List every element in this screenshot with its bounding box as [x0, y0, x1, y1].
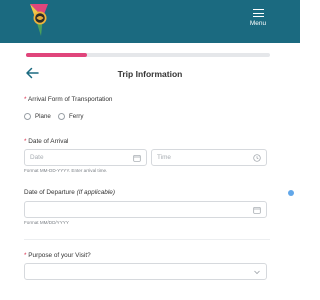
- required-mark: *: [24, 252, 27, 259]
- date-of-arrival-label: * Date of Arrival: [24, 138, 68, 145]
- divider: [24, 239, 270, 240]
- page-title: Trip Information: [117, 69, 183, 79]
- purpose-label: * Purpose of your Visit?: [24, 252, 91, 259]
- departure-hint: Format MM/DD/YYYY: [24, 220, 69, 225]
- arrival-time-input[interactable]: Time: [151, 149, 267, 166]
- arrival-hint: Format MM-DD-YYYY. Enter arrival time.: [24, 168, 108, 173]
- progress-fill: [26, 53, 87, 57]
- date-of-departure-note: (If applicable): [76, 189, 115, 196]
- radio-circle-icon: [24, 113, 31, 120]
- arrival-form-label: * Arrival Form of Transportation: [24, 96, 112, 103]
- chevron-down-icon: [254, 270, 260, 275]
- radio-ferry[interactable]: Ferry: [58, 112, 83, 121]
- radio-circle-icon: [58, 113, 65, 120]
- required-mark: *: [24, 96, 27, 103]
- arrival-date-placeholder: Date: [30, 154, 44, 161]
- radio-ferry-label: Ferry: [69, 113, 84, 120]
- arrival-time-placeholder: Time: [157, 154, 171, 161]
- calendar-icon[interactable]: [253, 206, 261, 214]
- hamburger-icon: [252, 9, 264, 18]
- date-of-departure-label: Date of Departure (If applicable): [24, 189, 115, 196]
- menu-button[interactable]: Menu: [246, 9, 270, 33]
- purpose-label-text: Purpose of your Visit?: [28, 252, 91, 259]
- radio-plane-label: Plane: [35, 113, 51, 120]
- departure-date-input[interactable]: [24, 201, 267, 218]
- arrival-form-label-text: Arrival Form of Transportation: [27, 96, 113, 103]
- parrot-logo-icon[interactable]: [26, 3, 52, 37]
- calendar-icon[interactable]: [133, 154, 141, 162]
- date-of-departure-label-text: Date of Departure: [24, 189, 75, 196]
- app-header: Menu: [0, 0, 300, 43]
- arrival-date-input[interactable]: Date: [24, 149, 147, 166]
- menu-label: Menu: [249, 19, 267, 27]
- purpose-select[interactable]: [24, 263, 267, 280]
- required-mark: *: [24, 138, 27, 145]
- info-icon[interactable]: [288, 190, 294, 196]
- clock-icon[interactable]: [253, 154, 261, 162]
- date-of-arrival-label-text: Date of Arrival: [28, 138, 69, 145]
- progress-bar: [26, 53, 270, 57]
- radio-plane[interactable]: Plane: [24, 112, 51, 121]
